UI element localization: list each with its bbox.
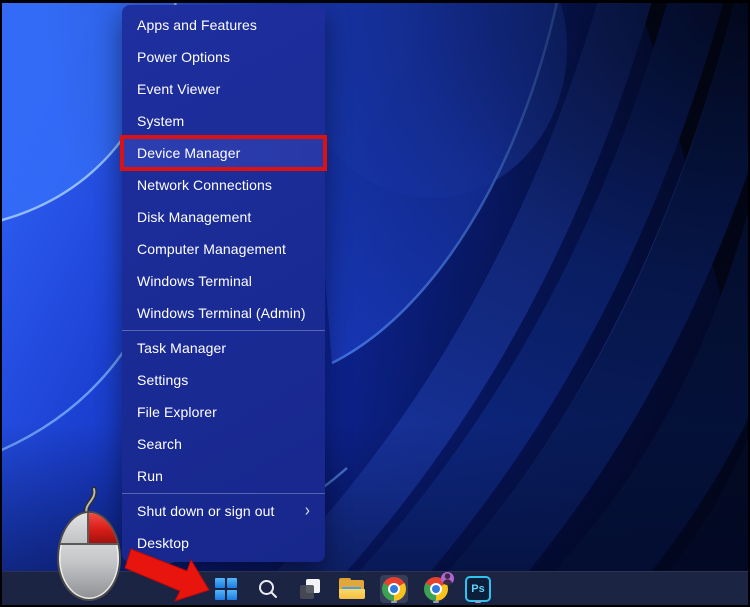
menu-item-search[interactable]: Search [122, 428, 325, 460]
mouse-right-button-highlighted [89, 513, 119, 545]
win-x-menu: Apps and Features Power Options Event View… [120, 5, 327, 562]
folder-icon [339, 578, 365, 599]
mouse-right-click-annotation [55, 484, 125, 602]
menu-item-label: Network Connections [137, 177, 272, 193]
menu-group: Apps and Features Power Options Event View… [120, 9, 327, 329]
menu-item-shut-down-or-sign-out[interactable]: Shut down or sign out › [122, 495, 325, 527]
menu-group: Shut down or sign out › Desktop [122, 493, 325, 559]
file-explorer-button[interactable] [338, 575, 366, 603]
task-view-icon [299, 578, 321, 600]
search-icon [259, 579, 277, 598]
menu-item-settings[interactable]: Settings [122, 364, 325, 396]
menu-item-label: Windows Terminal (Admin) [137, 305, 306, 321]
menu-item-label: Settings [137, 372, 189, 388]
menu-item-task-manager[interactable]: Task Manager [122, 332, 325, 364]
desktop: Apps and Features Power Options Event View… [2, 3, 748, 605]
menu-item-label: Desktop [137, 535, 190, 551]
menu-item-label: Task Manager [137, 340, 227, 356]
menu-item-label: Run [137, 468, 163, 484]
mouse-left-button [59, 513, 89, 545]
menu-item-label: System [137, 113, 185, 129]
menu-item-label: Device Manager [137, 145, 241, 161]
photoshop-button[interactable]: Ps [464, 575, 492, 603]
menu-item-desktop[interactable]: Desktop [122, 527, 325, 559]
menu-item-label: Power Options [137, 49, 231, 65]
taskbar-icons: Ps [212, 571, 492, 605]
search-button[interactable] [254, 575, 282, 603]
menu-item-event-viewer[interactable]: Event Viewer [122, 73, 325, 105]
photoshop-icon-label: Ps [471, 582, 485, 595]
photoshop-icon: Ps [465, 575, 491, 602]
menu-group: Task Manager Settings File Explorer Search R… [122, 330, 325, 492]
submenu-chevron-icon: › [304, 500, 310, 521]
chrome-icon [382, 576, 406, 601]
menu-item-label: Shut down or sign out [137, 503, 275, 519]
chrome-profile-button[interactable] [422, 571, 454, 603]
menu-item-label: Disk Management [137, 209, 252, 225]
task-view-button[interactable] [296, 575, 324, 603]
windows-logo-icon [215, 577, 237, 600]
menu-item-label: Computer Management [137, 241, 286, 257]
profile-badge-icon [441, 571, 454, 585]
menu-item-windows-terminal[interactable]: Windows Terminal [122, 265, 325, 297]
chrome-button[interactable] [380, 574, 408, 603]
menu-item-disk-management[interactable]: Disk Management [122, 201, 325, 233]
menu-item-label: Windows Terminal [137, 273, 252, 289]
menu-item-run[interactable]: Run [122, 460, 325, 492]
menu-item-power-options[interactable]: Power Options [122, 41, 325, 73]
menu-item-label: Search [137, 436, 182, 452]
menu-item-computer-management[interactable]: Computer Management [122, 233, 325, 265]
menu-item-network-connections[interactable]: Network Connections [122, 169, 325, 201]
menu-item-label: Event Viewer [137, 81, 221, 97]
menu-item-device-manager[interactable]: Device Manager [120, 135, 327, 171]
menu-item-windows-terminal-admin[interactable]: Windows Terminal (Admin) [122, 297, 325, 329]
menu-item-apps-and-features[interactable]: Apps and Features [122, 9, 325, 41]
menu-item-file-explorer[interactable]: File Explorer [122, 396, 325, 428]
start-button[interactable] [212, 575, 240, 603]
menu-item-label: File Explorer [137, 404, 217, 420]
mouse-body [57, 511, 121, 601]
mouse-cord [83, 486, 97, 514]
menu-item-system[interactable]: System [122, 105, 325, 137]
menu-item-label: Apps and Features [137, 17, 257, 33]
